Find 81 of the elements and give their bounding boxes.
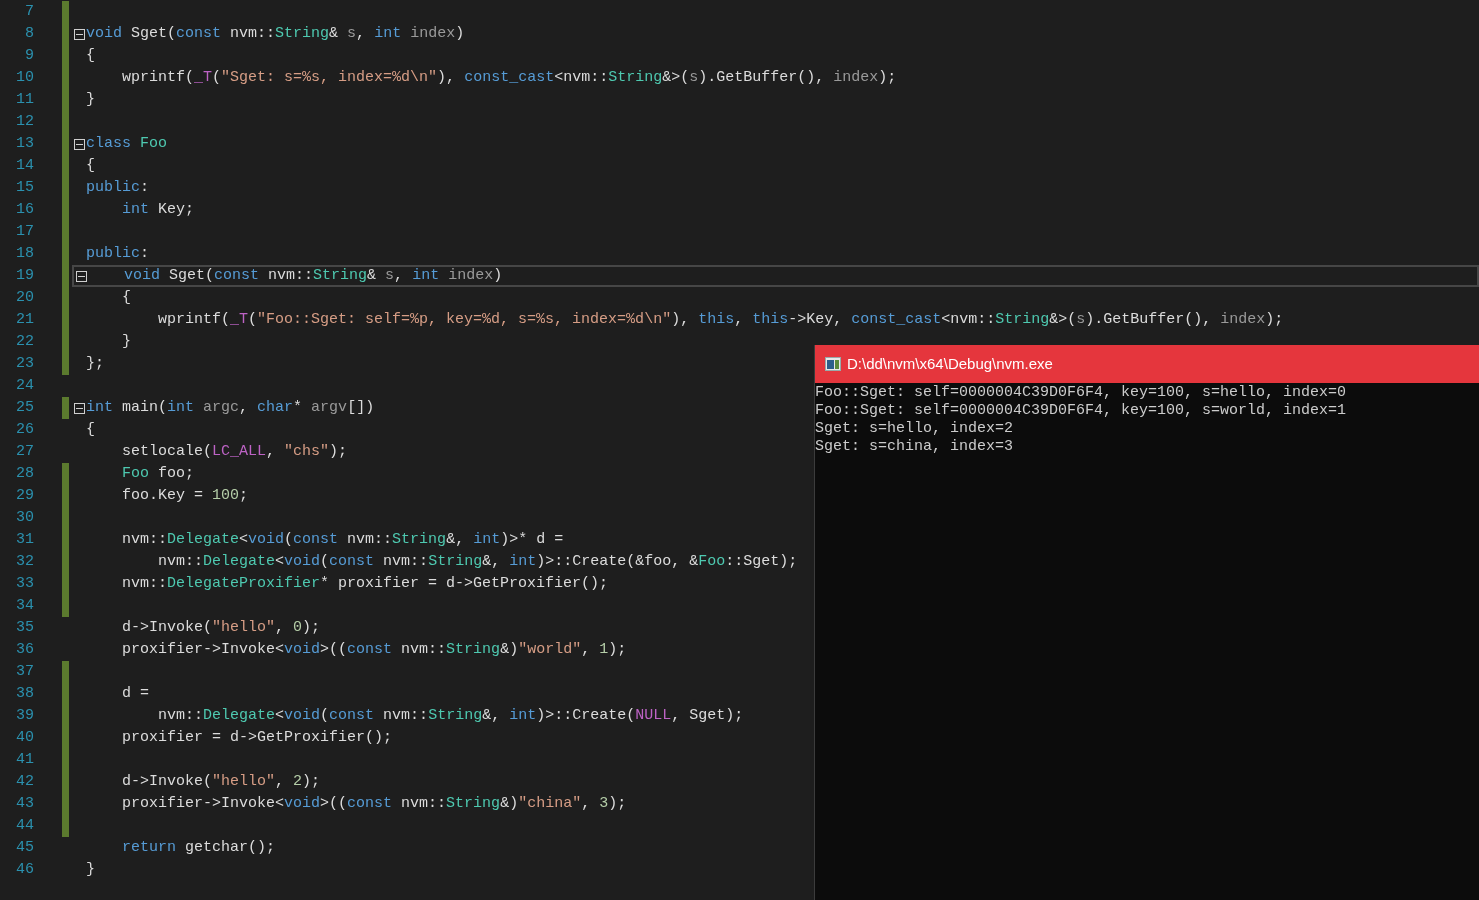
line-number: 28 xyxy=(15,464,34,484)
line-number: 43 xyxy=(15,794,34,814)
line-number: 16 xyxy=(15,200,34,220)
line-number: 9 xyxy=(24,46,34,66)
line-number: 17 xyxy=(15,222,34,242)
line-number: 8 xyxy=(24,24,34,44)
code-line: wprintf(_T("Foo::Sget: self=%p, key=%d, s=%s, index=%d\n"), this, this->Key, const_cast<nvm::String&>(s).GetBuffer(), index); xyxy=(157,310,1284,330)
code-line: { xyxy=(86,46,95,66)
line-number: 21 xyxy=(15,310,34,330)
code-line: wprintf(_T("Sget: s=%s, index=%d\n"), const_cast<nvm::String&>(s).GetBuffer(), index); xyxy=(121,68,897,88)
line-number: 40 xyxy=(15,728,34,748)
line-number: 22 xyxy=(15,332,34,352)
line-number: 29 xyxy=(15,486,34,506)
code-line: int Key; xyxy=(121,200,195,220)
code-line: proxifier = d->GetProxifier(); xyxy=(121,728,393,748)
line-number: 10 xyxy=(15,68,34,88)
line-number: 27 xyxy=(15,442,34,462)
line-number: 14 xyxy=(15,156,34,176)
code-line: } xyxy=(121,332,131,352)
console-output-line: Foo::Sget: self=0000004C39D0F6F4, key=100, s=world, index=1 xyxy=(815,402,1348,420)
code-line: void Sget(const nvm::String& s, int index) xyxy=(86,24,465,44)
code-line: int main(int argc, char* argv[]) xyxy=(86,398,375,418)
code-line: proxifier->Invoke<void>((const nvm::String&)"china", 3); xyxy=(121,794,627,814)
code-line: public: xyxy=(86,244,150,264)
line-number: 42 xyxy=(15,772,34,792)
code-line: foo.Key = 100; xyxy=(121,486,249,506)
line-number: 32 xyxy=(15,552,34,572)
code-line: nvm::Delegate<void(const nvm::String&, int)>::Create(NULL, Sget); xyxy=(157,706,744,726)
line-number: 39 xyxy=(15,706,34,726)
collapse-icon[interactable] xyxy=(73,138,85,150)
code-line: proxifier->Invoke<void>((const nvm::String&)"world", 1); xyxy=(121,640,627,660)
line-number: 33 xyxy=(15,574,34,594)
collapse-icon[interactable] xyxy=(75,270,87,282)
console-output-line: Foo::Sget: self=0000004C39D0F6F4, key=100, s=hello, index=0 xyxy=(815,384,1348,402)
code-line: d = xyxy=(121,684,149,704)
console-output-line: Sget: s=china, index=3 xyxy=(815,438,1015,456)
collapse-icon[interactable] xyxy=(73,402,85,414)
line-number: 38 xyxy=(15,684,34,704)
code-line: { xyxy=(121,288,131,308)
code-line: d->Invoke("hello", 2); xyxy=(121,772,321,792)
line-number: 41 xyxy=(15,750,34,770)
code-line: nvm::Delegate<void(const nvm::String&, int)>::Create(&foo, &Foo::Sget); xyxy=(157,552,798,572)
line-number: 30 xyxy=(15,508,34,528)
line-number: 45 xyxy=(15,838,34,858)
line-number: 24 xyxy=(15,376,34,396)
line-number: 13 xyxy=(15,134,34,154)
line-number: 26 xyxy=(15,420,34,440)
line-number: 36 xyxy=(15,640,34,660)
line-number: 20 xyxy=(15,288,34,308)
code-line: public: xyxy=(86,178,150,198)
code-line: class Foo xyxy=(86,134,168,154)
console-output-line: Sget: s=hello, index=2 xyxy=(815,420,1015,438)
collapse-icon[interactable] xyxy=(73,28,85,40)
line-number: 12 xyxy=(15,112,34,132)
line-number: 46 xyxy=(15,860,34,880)
code-line: } xyxy=(86,90,95,110)
code-line: nvm::DelegateProxifier* proxifier = d->GetProxifier(); xyxy=(121,574,609,594)
code-line: d->Invoke("hello", 0); xyxy=(121,618,321,638)
line-number: 15 xyxy=(15,178,34,198)
line-number: 7 xyxy=(24,2,34,22)
window-title: D:\dd\nvm\x64\Debug\nvm.exe xyxy=(847,353,1053,374)
code-line: { xyxy=(86,420,95,440)
code-line: setlocale(LC_ALL, "chs"); xyxy=(121,442,348,462)
line-number: 19 xyxy=(15,266,34,286)
code-line: }; xyxy=(86,354,104,374)
line-number: 31 xyxy=(15,530,34,550)
line-number: 37 xyxy=(15,662,34,682)
line-number: 23 xyxy=(15,354,34,374)
line-number: 35 xyxy=(15,618,34,638)
line-number: 18 xyxy=(15,244,34,264)
code-line: } xyxy=(86,860,95,880)
line-number: 11 xyxy=(15,90,34,110)
line-number: 25 xyxy=(15,398,34,418)
line-number: 44 xyxy=(15,816,34,836)
line-number: 34 xyxy=(15,596,34,616)
code-line: return getchar(); xyxy=(121,838,276,858)
code-line: { xyxy=(86,156,95,176)
code-line: void Sget(const nvm::String& s, int index) xyxy=(123,266,503,286)
console-icon xyxy=(825,357,841,371)
code-line: nvm::Delegate<void(const nvm::String&, int)>* d = xyxy=(121,530,564,550)
code-line: Foo foo; xyxy=(121,464,195,484)
